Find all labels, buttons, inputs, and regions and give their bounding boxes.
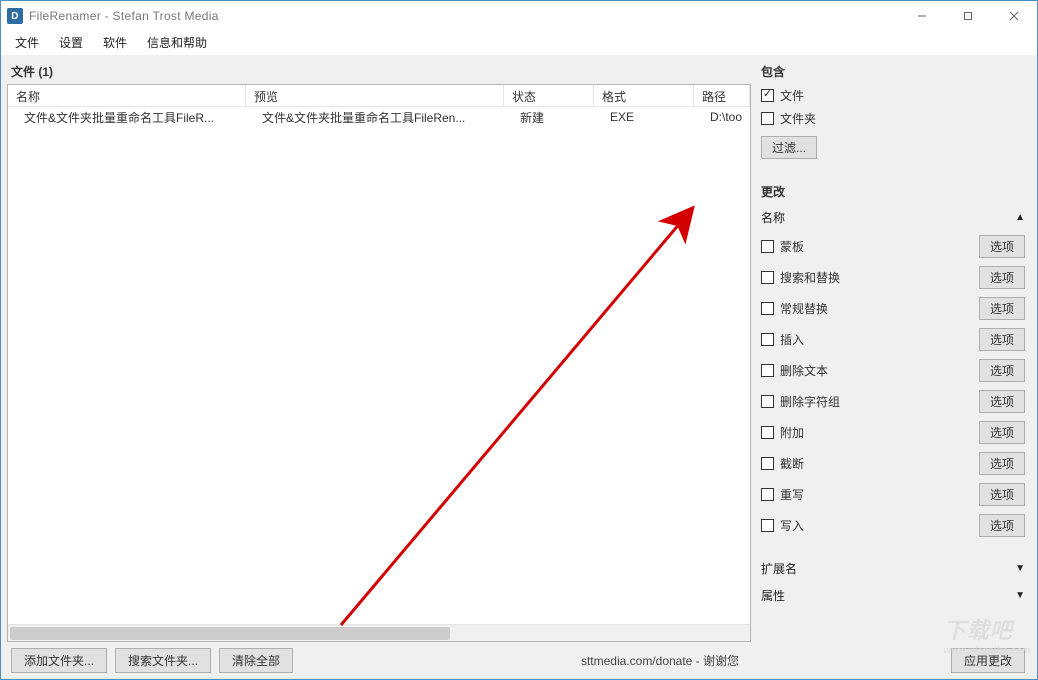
cell-format: EXE — [594, 108, 694, 126]
rewrite-options-button[interactable]: 选项 — [979, 483, 1025, 506]
append-options-button[interactable]: 选项 — [979, 421, 1025, 444]
include-files-row[interactable]: 文件 — [761, 86, 1025, 105]
right-panel: 包含 文件 文件夹 过滤... 更改 名称 ▲ 蒙板 选项 — [759, 61, 1031, 673]
left-footer: 添加文件夹... 搜索文件夹... 清除全部 sttmedia.com/dona… — [7, 642, 751, 673]
search-replace-options-button[interactable]: 选项 — [979, 266, 1025, 289]
maximize-button[interactable] — [945, 1, 991, 31]
col-status[interactable]: 状态 — [504, 85, 594, 106]
menu-help[interactable]: 信息和帮助 — [139, 32, 215, 53]
cell-status: 新建 — [504, 107, 594, 128]
include-folders-row[interactable]: 文件夹 — [761, 109, 1025, 128]
remove-text-checkbox[interactable] — [761, 364, 774, 377]
table-row[interactable]: 文件&文件夹批量重命名工具FileR... 文件&文件夹批量重命名工具FileR… — [8, 107, 750, 127]
col-name[interactable]: 名称 — [8, 85, 246, 106]
menu-file[interactable]: 文件 — [7, 32, 47, 53]
column-headers: 名称 预览 状态 格式 路径 — [8, 85, 750, 107]
remove-chargroup-label: 删除字符组 — [780, 393, 840, 410]
search-replace-label: 搜索和替换 — [780, 269, 840, 286]
mask-options-button[interactable]: 选项 — [979, 235, 1025, 258]
write-label: 写入 — [780, 517, 804, 534]
window-title: FileRenamer - Stefan Trost Media — [29, 9, 219, 23]
mask-checkbox[interactable] — [761, 240, 774, 253]
search-replace-checkbox[interactable] — [761, 271, 774, 284]
watermark: 下载吧 www.xiazaiba.com — [944, 613, 1031, 655]
rewrite-label: 重写 — [780, 486, 804, 503]
search-folder-button[interactable]: 搜索文件夹... — [115, 648, 211, 673]
file-list: 名称 预览 状态 格式 路径 文件&文件夹批量重命名工具FileR... 文件&… — [7, 84, 751, 642]
include-heading: 包含 — [761, 61, 1025, 82]
insert-label: 插入 — [780, 331, 804, 348]
append-label: 附加 — [780, 424, 804, 441]
truncate-label: 截断 — [780, 455, 804, 472]
opt-write: 写入 选项 — [761, 512, 1025, 539]
opt-search-replace: 搜索和替换 选项 — [761, 264, 1025, 291]
insert-options-button[interactable]: 选项 — [979, 328, 1025, 351]
name-section-expander[interactable]: 名称 ▲ — [761, 206, 1025, 229]
opt-insert: 插入 选项 — [761, 326, 1025, 353]
minimize-button[interactable] — [899, 1, 945, 31]
opt-remove-chargroup: 删除字符组 选项 — [761, 388, 1025, 415]
client-area: 文件 (1) 名称 预览 状态 格式 路径 文件&文件夹批量重命名工具FileR… — [1, 55, 1037, 679]
filter-button[interactable]: 过滤... — [761, 136, 817, 159]
name-section-label: 名称 — [761, 209, 1015, 226]
file-list-heading: 文件 (1) — [7, 61, 751, 84]
donate-link[interactable]: sttmedia.com/donate - 谢谢您 — [581, 652, 747, 669]
left-panel: 文件 (1) 名称 预览 状态 格式 路径 文件&文件夹批量重命名工具FileR… — [7, 61, 751, 673]
col-path[interactable]: 路径 — [694, 85, 750, 106]
add-folder-button[interactable]: 添加文件夹... — [11, 648, 107, 673]
scrollbar-thumb[interactable] — [10, 627, 450, 640]
menu-settings[interactable]: 设置 — [51, 32, 91, 53]
opt-regex-replace: 常规替换 选项 — [761, 295, 1025, 322]
attributes-section-expander[interactable]: 属性 ▼ — [761, 584, 1025, 607]
write-options-button[interactable]: 选项 — [979, 514, 1025, 537]
remove-text-label: 删除文本 — [780, 362, 828, 379]
extension-section-expander[interactable]: 扩展名 ▼ — [761, 557, 1025, 580]
extension-section-label: 扩展名 — [761, 560, 1015, 577]
opt-rewrite: 重写 选项 — [761, 481, 1025, 508]
include-folders-checkbox[interactable] — [761, 112, 774, 125]
include-files-label: 文件 — [780, 87, 804, 104]
opt-remove-text: 删除文本 选项 — [761, 357, 1025, 384]
regex-replace-checkbox[interactable] — [761, 302, 774, 315]
insert-checkbox[interactable] — [761, 333, 774, 346]
rewrite-checkbox[interactable] — [761, 488, 774, 501]
app-icon: D — [7, 8, 23, 24]
mask-label: 蒙板 — [780, 238, 804, 255]
include-folders-label: 文件夹 — [780, 110, 816, 127]
opt-mask: 蒙板 选项 — [761, 233, 1025, 260]
chevron-up-icon: ▲ — [1015, 212, 1025, 223]
regex-replace-label: 常规替换 — [780, 300, 828, 317]
col-format[interactable]: 格式 — [594, 85, 694, 106]
menu-bar: 文件 设置 软件 信息和帮助 — [1, 31, 1037, 55]
window-controls — [899, 1, 1037, 31]
file-rows: 文件&文件夹批量重命名工具FileR... 文件&文件夹批量重命名工具FileR… — [8, 107, 750, 624]
title-bar: D FileRenamer - Stefan Trost Media — [1, 1, 1037, 31]
remove-text-options-button[interactable]: 选项 — [979, 359, 1025, 382]
write-checkbox[interactable] — [761, 519, 774, 532]
change-heading: 更改 — [761, 181, 1025, 202]
include-files-checkbox[interactable] — [761, 89, 774, 102]
app-window: D FileRenamer - Stefan Trost Media 文件 设置… — [0, 0, 1038, 680]
remove-chargroup-checkbox[interactable] — [761, 395, 774, 408]
append-checkbox[interactable] — [761, 426, 774, 439]
cell-path: D:\too — [694, 108, 750, 126]
opt-truncate: 截断 选项 — [761, 450, 1025, 477]
horizontal-scrollbar[interactable] — [8, 624, 750, 641]
opt-append: 附加 选项 — [761, 419, 1025, 446]
clear-all-button[interactable]: 清除全部 — [219, 648, 293, 673]
remove-chargroup-options-button[interactable]: 选项 — [979, 390, 1025, 413]
truncate-checkbox[interactable] — [761, 457, 774, 470]
cell-name: 文件&文件夹批量重命名工具FileR... — [8, 107, 246, 128]
chevron-down-icon: ▼ — [1015, 563, 1025, 574]
menu-software[interactable]: 软件 — [95, 32, 135, 53]
attributes-section-label: 属性 — [761, 587, 1015, 604]
regex-replace-options-button[interactable]: 选项 — [979, 297, 1025, 320]
chevron-down-icon: ▼ — [1015, 590, 1025, 601]
cell-preview: 文件&文件夹批量重命名工具FileRen... — [246, 107, 504, 128]
col-preview[interactable]: 预览 — [246, 85, 504, 106]
close-button[interactable] — [991, 1, 1037, 31]
truncate-options-button[interactable]: 选项 — [979, 452, 1025, 475]
